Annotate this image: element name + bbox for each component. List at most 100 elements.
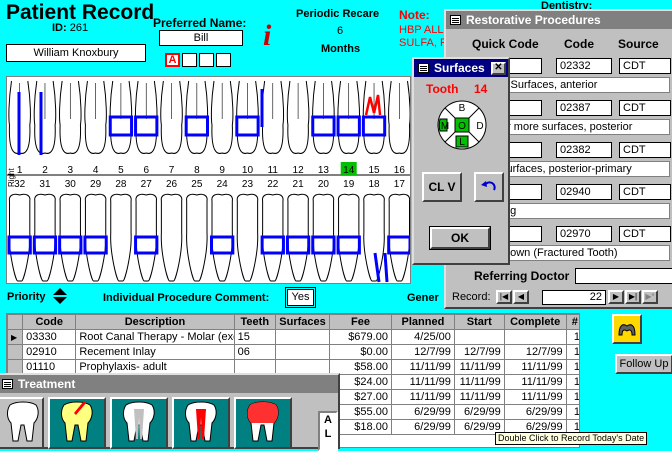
upper-tooth-number[interactable]: 12 (293, 165, 305, 176)
lower-tooth-number[interactable]: 29 (90, 179, 102, 190)
follow-up-button[interactable]: Follow Up (615, 354, 672, 374)
table-cell[interactable]: 15 (233, 329, 276, 345)
table-cell[interactable]: 6/29/99 (390, 419, 455, 435)
lower-tooth-number[interactable]: 18 (368, 179, 380, 190)
source-field[interactable]: CDT (619, 184, 671, 200)
lower-tooth-number[interactable]: 21 (293, 179, 305, 190)
table-cell[interactable] (453, 329, 505, 345)
table-cell[interactable]: Recement Inlay (75, 344, 235, 360)
treatment-titlebar[interactable]: Treatment (0, 375, 338, 393)
table-cell[interactable]: 6/29/99 (390, 404, 455, 420)
column-header[interactable]: Code (22, 314, 77, 330)
column-header[interactable]: Planned (390, 314, 455, 330)
table-cell[interactable]: 03330 (22, 329, 77, 345)
table-cell[interactable] (274, 344, 331, 360)
code-field[interactable]: 02970 (556, 226, 612, 242)
info-icon[interactable]: i (263, 19, 271, 53)
table-row[interactable]: 02910 Recement Inlay 06 $0.00 12/7/99 12/7/99… (7, 344, 579, 360)
upper-tooth-number[interactable]: 2 (42, 165, 48, 176)
upper-tooth[interactable] (84, 80, 107, 154)
table-cell[interactable]: 12/7/99 (390, 344, 455, 360)
table-cell[interactable]: 06 (233, 344, 276, 360)
upper-tooth[interactable] (33, 80, 57, 154)
tooth-chart-svg[interactable]: 1 2 3 4 5 6 7 8 9 10 11 12 13 14 15 1632 31 30 29 28 27 26 25 2… (7, 77, 411, 284)
upper-tooth-number[interactable]: 6 (143, 165, 149, 176)
lower-tooth-number[interactable]: 17 (394, 179, 406, 190)
upper-tooth-number[interactable]: 13 (318, 165, 330, 176)
lower-tooth-number[interactable]: 30 (65, 179, 77, 190)
table-cell[interactable] (503, 329, 567, 345)
lower-tooth-number[interactable]: 27 (141, 179, 153, 190)
surface-o-label[interactable]: O (458, 121, 466, 132)
upper-tooth-number[interactable]: 14 (343, 165, 355, 176)
table-cell[interactable]: 11/11/99 (453, 389, 505, 405)
table-cell[interactable]: $679.00 (329, 329, 392, 345)
upper-tooth[interactable] (210, 80, 234, 154)
surfaces-titlebar[interactable]: Surfaces ✕ (414, 59, 508, 77)
lower-tooth-number[interactable]: 24 (217, 179, 229, 190)
table-cell[interactable] (274, 329, 331, 345)
tooth-function-button[interactable] (612, 314, 642, 344)
record-number-field[interactable]: 22 (542, 290, 606, 305)
surface-d-label[interactable]: D (476, 121, 483, 132)
table-cell[interactable]: 11/11/99 (503, 359, 567, 375)
upper-tooth[interactable] (261, 80, 285, 154)
table-cell[interactable]: 12/7/99 (503, 344, 567, 360)
close-icon[interactable]: ✕ (491, 61, 506, 75)
recare-value[interactable]: 6 (337, 25, 343, 37)
lower-tooth-number[interactable]: 20 (318, 179, 330, 190)
upper-tooth-number[interactable]: 4 (93, 165, 99, 176)
table-cell[interactable]: 12/7/99 (453, 344, 505, 360)
patient-name-field[interactable]: William Knoxbury (6, 44, 146, 62)
table-cell[interactable]: 11/11/99 (390, 359, 455, 375)
table-cell[interactable]: 1 (565, 329, 579, 345)
column-header[interactable]: Fee (329, 314, 392, 330)
alert-box[interactable] (182, 53, 197, 67)
upper-tooth-number[interactable]: 11 (268, 165, 279, 176)
table-cell[interactable]: 11/11/99 (503, 389, 567, 405)
upper-tooth[interactable] (388, 80, 411, 154)
surface-selector[interactable]: B M O D L (436, 99, 488, 151)
table-cell[interactable]: 1 (565, 389, 579, 405)
table-cell[interactable]: 11/11/99 (390, 389, 455, 405)
upper-tooth-number[interactable]: 1 (17, 165, 23, 176)
source-field[interactable]: CDT (619, 142, 671, 158)
lower-tooth-number[interactable]: 22 (267, 179, 279, 190)
lower-tooth[interactable] (110, 193, 132, 282)
table-cell[interactable]: $0.00 (329, 344, 392, 360)
lower-tooth-number[interactable]: 26 (166, 179, 178, 190)
surface-l-label[interactable]: L (459, 137, 465, 148)
dental-chart[interactable]: 1 2 3 4 5 6 7 8 9 10 11 12 13 14 15 16 32 31 30 29 28 27 26 25 2… (6, 76, 411, 284)
table-cell[interactable]: 11/11/99 (503, 374, 567, 390)
table-cell[interactable]: 4/25/00 (390, 329, 455, 345)
crown-prep-button[interactable] (234, 397, 292, 449)
upper-tooth-number[interactable]: 8 (194, 165, 200, 176)
table-cell[interactable]: 02910 (22, 344, 77, 360)
nav-new-button[interactable]: ▶* (642, 290, 658, 304)
lower-tooth-number[interactable]: 28 (115, 179, 127, 190)
scaling-button[interactable] (48, 397, 106, 449)
lower-tooth-number[interactable]: 19 (343, 179, 355, 190)
preferred-name-field[interactable]: Bill (159, 30, 243, 46)
restoration-mark[interactable] (383, 252, 389, 283)
class-v-button[interactable]: CL V (422, 172, 462, 202)
table-cell[interactable]: 1 (565, 344, 579, 360)
table-cell[interactable]: 11/11/99 (453, 374, 505, 390)
code-field[interactable]: 02387 (556, 100, 612, 116)
table-row[interactable]: ▶03330Root Canal Therapy - Molar (excl. … (7, 329, 579, 345)
upper-tooth-number[interactable]: 3 (68, 165, 74, 176)
upper-tooth[interactable] (286, 80, 310, 154)
surfaces-dialog[interactable]: Surfaces ✕ Tooth 14 B M O D L CL V OK (412, 57, 510, 265)
upper-tooth[interactable] (160, 80, 183, 154)
alert-box-a[interactable]: A (165, 53, 180, 67)
alert-box[interactable] (216, 53, 231, 67)
row-selector[interactable]: ▶ (7, 329, 24, 345)
root-canal-button[interactable] (110, 397, 168, 449)
lower-tooth[interactable] (236, 193, 259, 282)
upper-tooth[interactable] (59, 80, 82, 154)
source-field[interactable]: CDT (619, 100, 671, 116)
upper-tooth-number[interactable]: 7 (169, 165, 175, 176)
table-cell[interactable]: 1 (565, 374, 579, 390)
lower-tooth[interactable] (363, 193, 385, 282)
ok-button[interactable]: OK (429, 226, 491, 250)
